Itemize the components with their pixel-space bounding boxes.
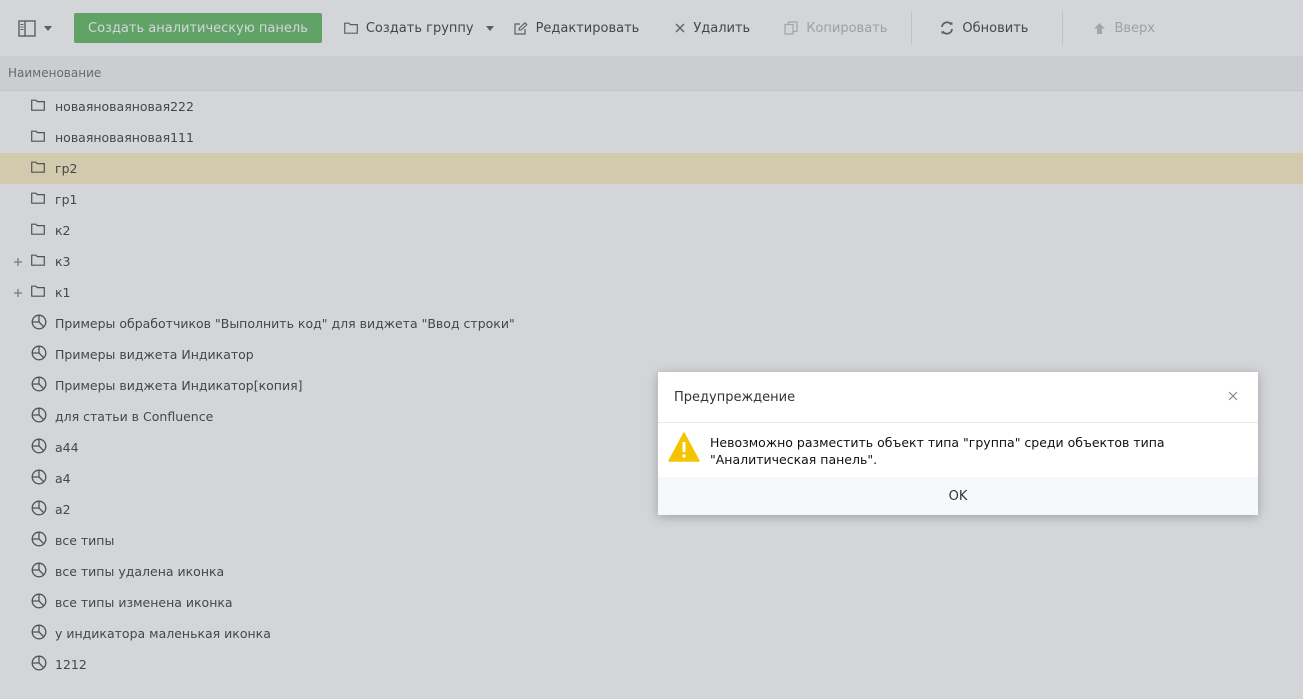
- dialog-title: Предупреждение: [674, 390, 796, 405]
- warning-icon: [668, 432, 700, 462]
- dialog-divider: [658, 422, 1258, 423]
- modal-overlay: [0, 0, 1303, 699]
- ok-button[interactable]: OK: [937, 485, 980, 508]
- warning-dialog: Предупреждение Невозможно разместить объ…: [658, 372, 1258, 515]
- close-icon[interactable]: [1228, 391, 1238, 401]
- dialog-message: Невозможно разместить объект типа "групп…: [710, 435, 1165, 467]
- dialog-footer: OK: [658, 477, 1258, 515]
